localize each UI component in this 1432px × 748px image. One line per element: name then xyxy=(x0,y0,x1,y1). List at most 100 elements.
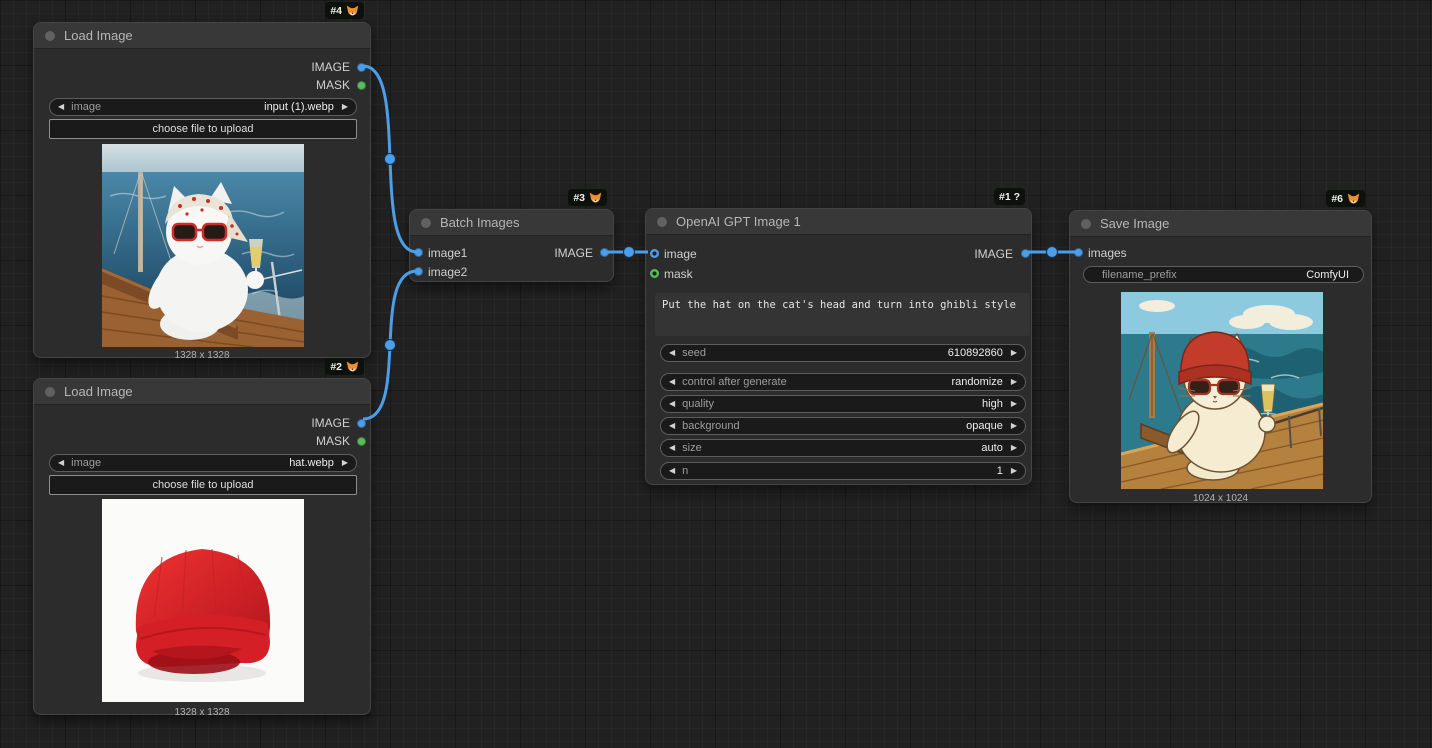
node-title: Batch Images xyxy=(440,215,520,230)
fox-icon xyxy=(589,192,602,203)
link-midpoint-dot[interactable] xyxy=(1046,246,1058,258)
combo-right-arrow-icon[interactable]: ▶ xyxy=(1011,444,1017,452)
combo-right-arrow-icon[interactable]: ▶ xyxy=(1011,400,1017,408)
image-dimensions-label: 1024 x 1024 xyxy=(1192,493,1249,504)
comfyui-node-graph-canvas[interactable]: { "ui": { "arrow_left": "◀", "arrow_righ… xyxy=(0,0,1432,748)
output-port-mask[interactable] xyxy=(357,437,366,446)
widget-label: background xyxy=(682,420,740,432)
size-widget[interactable]: ◀ size auto ▶ xyxy=(660,439,1026,457)
cat-boat-photo xyxy=(102,144,304,347)
combo-right-arrow-icon[interactable]: ▶ xyxy=(342,459,348,467)
input-label-image1: image1 xyxy=(428,246,468,260)
badge-text: #3 xyxy=(573,191,585,204)
widget-label: n xyxy=(682,465,689,477)
input-port-image2[interactable] xyxy=(414,267,423,276)
output-label-image: IMAGE xyxy=(974,247,1013,261)
node-batch-images[interactable]: #3 Batch Images image1 image2 IMAGE xyxy=(409,189,614,282)
collapse-dot-icon[interactable] xyxy=(45,30,55,41)
node-header[interactable]: Load Image xyxy=(34,23,370,49)
output-label-image: IMAGE xyxy=(554,246,593,260)
combo-right-arrow-icon[interactable]: ▶ xyxy=(1011,422,1017,430)
node-save-image[interactable]: #6 Save Image images filename_prefix Com… xyxy=(1069,190,1372,504)
input-label-image2: image2 xyxy=(428,265,468,279)
badge-text: #6 xyxy=(1331,192,1343,205)
node-header[interactable]: OpenAI GPT Image 1 xyxy=(646,209,1031,235)
combo-left-arrow-icon[interactable]: ◀ xyxy=(669,444,675,452)
combo-right-arrow-icon[interactable]: ▶ xyxy=(1011,378,1017,386)
node-load-image-1[interactable]: #4 Load Image IMAGE MASK ◀ image input (… xyxy=(33,2,371,361)
input-port-mask[interactable] xyxy=(650,269,659,278)
collapse-dot-icon[interactable] xyxy=(1081,218,1091,229)
widget-value: hat.webp xyxy=(289,457,334,469)
control-after-generate-widget[interactable]: ◀ control after generate randomize ▶ xyxy=(660,373,1026,391)
image-combo-widget[interactable]: ◀ image input (1).webp ▶ xyxy=(49,98,357,116)
background-widget[interactable]: ◀ background opaque ▶ xyxy=(660,417,1026,435)
combo-left-arrow-icon[interactable]: ◀ xyxy=(669,400,675,408)
node-badge: #2 xyxy=(325,358,364,375)
node-badge: #3 xyxy=(568,189,607,206)
input-label-images: images xyxy=(1088,246,1127,260)
combo-left-arrow-icon[interactable]: ◀ xyxy=(669,349,675,357)
output-port-image[interactable] xyxy=(1021,249,1030,258)
collapse-dot-icon[interactable] xyxy=(45,386,55,397)
widget-value: 1 xyxy=(996,465,1003,477)
node-badge: #1 ? xyxy=(993,188,1025,205)
badge-text: #2 xyxy=(330,360,342,373)
node-load-image-2[interactable]: #2 Load Image IMAGE MASK ◀ image hat.web… xyxy=(33,358,371,718)
node-header[interactable]: Batch Images xyxy=(410,210,613,236)
link-midpoint-dot[interactable] xyxy=(384,339,396,351)
input-port-image1[interactable] xyxy=(414,248,423,257)
output-port-image[interactable] xyxy=(600,248,609,257)
output-port-image[interactable] xyxy=(357,63,366,72)
fox-icon xyxy=(346,361,359,372)
widget-label: image xyxy=(71,101,102,113)
collapse-dot-icon[interactable] xyxy=(421,217,431,228)
cat-boat-photo-preview xyxy=(102,144,304,347)
widget-label: seed xyxy=(682,347,707,359)
widget-value: 610892860 xyxy=(947,347,1003,359)
node-title: Load Image xyxy=(64,384,133,399)
collapse-dot-icon[interactable] xyxy=(657,216,667,227)
node-openai-gpt-image-1[interactable]: #1 ? OpenAI GPT Image 1 image mask IMAGE… xyxy=(645,188,1032,485)
choose-file-button[interactable]: choose file to upload xyxy=(49,119,357,139)
ghibli-cat-image xyxy=(1121,292,1323,489)
output-label-image: IMAGE xyxy=(311,60,350,74)
combo-right-arrow-icon[interactable]: ▶ xyxy=(1011,349,1017,357)
quality-widget[interactable]: ◀ quality high ▶ xyxy=(660,395,1026,413)
choose-file-button[interactable]: choose file to upload xyxy=(49,475,357,495)
combo-left-arrow-icon[interactable]: ◀ xyxy=(669,378,675,386)
seed-widget[interactable]: ◀ seed 610892860 ▶ xyxy=(660,344,1026,362)
node-badge: #6 xyxy=(1326,190,1365,207)
filename-prefix-widget[interactable]: filename_prefix ComfyUI xyxy=(1083,266,1364,283)
combo-right-arrow-icon[interactable]: ▶ xyxy=(342,103,348,111)
link-load2-image-to-batch-image2[interactable] xyxy=(362,269,418,421)
combo-right-arrow-icon[interactable]: ▶ xyxy=(1011,467,1017,475)
prompt-textarea[interactable]: Put the hat on the cat's head and turn i… xyxy=(655,293,1030,336)
image-dimensions-label: 1328 x 1328 xyxy=(174,350,230,361)
output-port-image[interactable] xyxy=(357,419,366,428)
badge-text: #4 xyxy=(330,4,342,17)
widget-label: control after generate xyxy=(682,376,787,388)
image-combo-widget[interactable]: ◀ image hat.webp ▶ xyxy=(49,454,357,472)
output-label-mask: MASK xyxy=(315,434,350,448)
node-header[interactable]: Load Image xyxy=(34,379,370,405)
n-widget[interactable]: ◀ n 1 ▶ xyxy=(660,462,1026,480)
node-header[interactable]: Save Image xyxy=(1070,211,1371,237)
output-port-mask[interactable] xyxy=(357,81,366,90)
fox-icon xyxy=(1347,193,1360,204)
node-title: Save Image xyxy=(1100,216,1170,231)
red-hat-photo xyxy=(102,499,304,702)
combo-left-arrow-icon[interactable]: ◀ xyxy=(669,467,675,475)
input-port-image[interactable] xyxy=(650,249,659,258)
input-port-images[interactable] xyxy=(1074,248,1083,257)
combo-left-arrow-icon[interactable]: ◀ xyxy=(58,103,64,111)
link-midpoint-dot[interactable] xyxy=(384,153,396,165)
combo-left-arrow-icon[interactable]: ◀ xyxy=(58,459,64,467)
node-badge: #4 xyxy=(325,2,364,19)
input-label-mask: mask xyxy=(664,267,693,281)
node-title: Load Image xyxy=(64,28,133,43)
widget-value: auto xyxy=(981,442,1003,454)
link-midpoint-dot[interactable] xyxy=(623,246,635,258)
combo-left-arrow-icon[interactable]: ◀ xyxy=(669,422,675,430)
output-label-mask: MASK xyxy=(315,78,350,92)
